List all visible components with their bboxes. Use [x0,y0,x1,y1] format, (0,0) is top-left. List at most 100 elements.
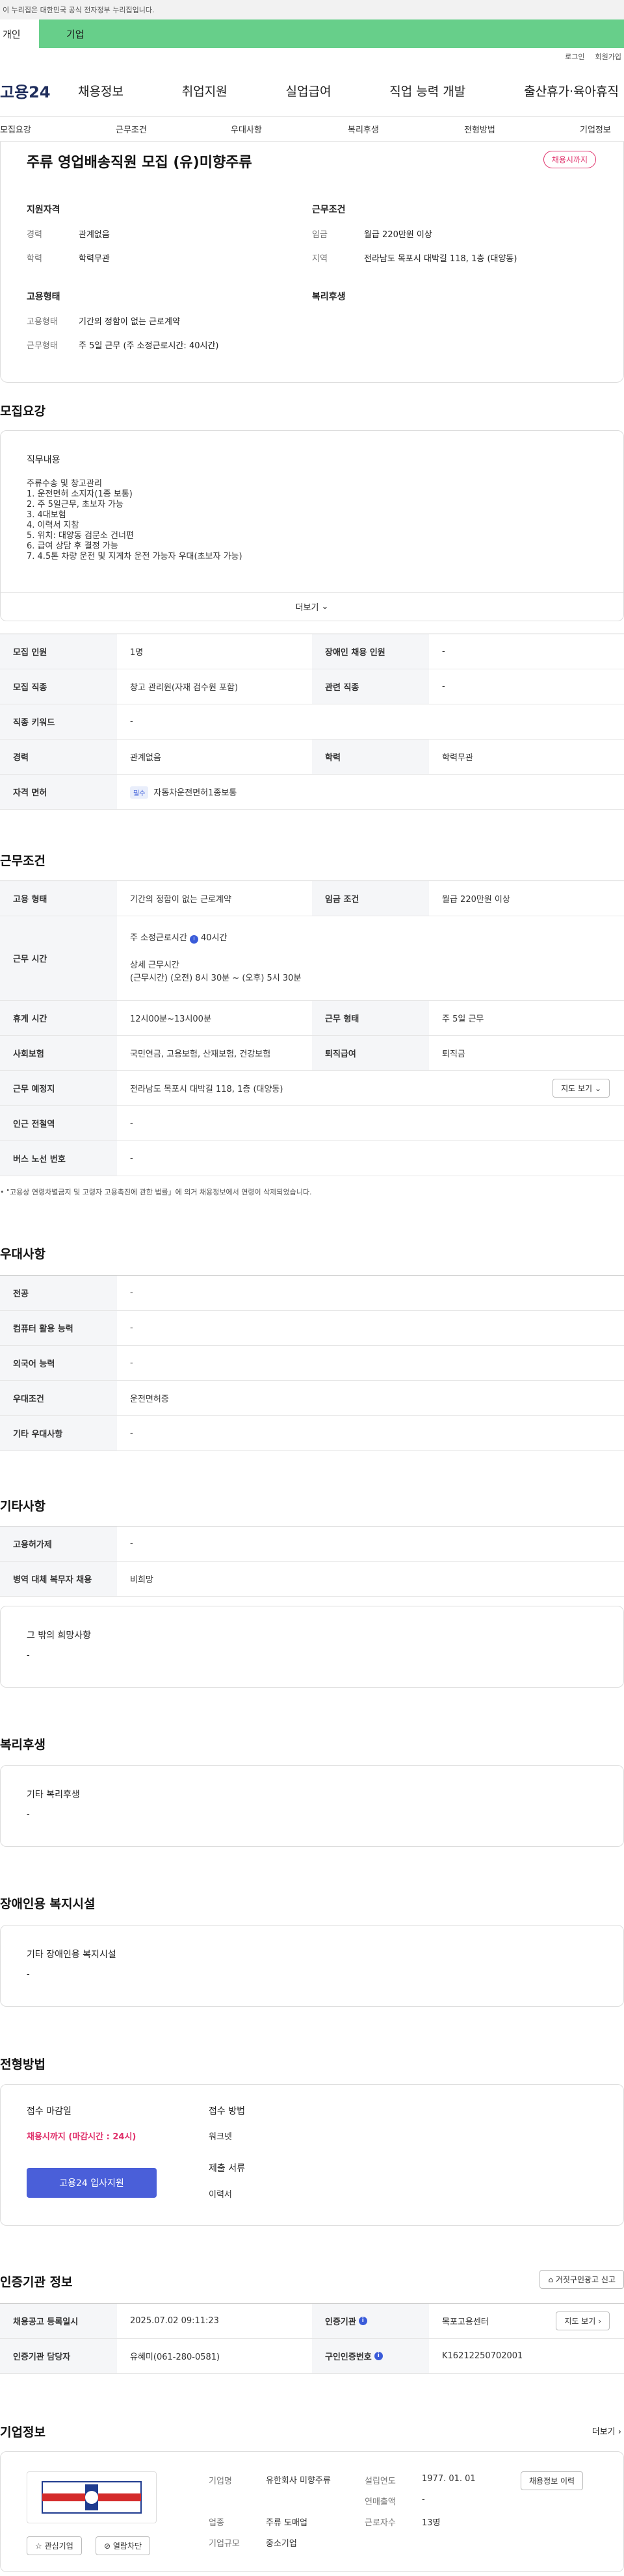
duty-more-button[interactable]: 더보기 ⌄ [1,592,623,621]
insure-value: 국민연금, 고용보험, 산재보험, 건강보험 [130,1050,271,1059]
subnav-pref[interactable]: 우대사항 [231,123,262,135]
permit-value: - [130,1539,133,1549]
lang-label: 외국어 능력 [0,1346,117,1380]
gnb-item-leave[interactable]: 출산휴가·육아휴직 [524,82,619,99]
gnb-item-benefit[interactable]: 실업급여 [286,82,332,99]
gnb-item-training[interactable]: 직업 능력 개발 [389,82,465,99]
year-label: 설립연도 [365,2477,396,2486]
report-button[interactable]: ⌂ 거짓구인광고 신고 [540,2270,624,2289]
table-row: 버스 노선 번호 - [0,1141,624,1176]
gnb-item-support[interactable]: 취업지원 [182,82,228,99]
welfare-heading: 복리후생 [312,292,346,302]
duty-line: 2. 주 5일근무, 초보자 가능 [27,500,124,509]
bus-label: 버스 노선 번호 [0,1141,117,1176]
tab-person[interactable]: 개인 [0,19,39,48]
subnav-company[interactable]: 기업정보 [580,123,611,135]
recruit-title: 모집요강 [0,404,46,419]
computer-label: 컴퓨터 활용 능력 [0,1311,117,1345]
edu-row-value: 학력무관 [442,753,473,763]
table-row: 고용 형태 기간의 정함이 없는 근로계약 임금 조건 월급 220만원 이상 [0,881,624,916]
block-button[interactable]: ⊘ 열람차단 [96,2536,151,2555]
cond-heading: 근무조건 [312,205,346,215]
edu-row-label: 학력 [312,740,429,774]
map-button[interactable]: 지도 보기 ⌄ [552,1079,610,1098]
pref-title: 우대사항 [0,1247,46,1261]
agency-map-button[interactable]: 지도 보기 › [556,2312,610,2330]
info-icon[interactable]: i [189,934,198,944]
table-row: 전공 - [0,1276,624,1311]
job-label: 모집 직종 [0,669,117,704]
rest-value: 12시00분~13시00분 [130,1014,211,1024]
table-row: 컴퓨터 활용 능력 - [0,1311,624,1346]
sales-value: - [422,2495,425,2505]
login-link[interactable]: 로그인 [565,51,584,62]
subnav-recruit[interactable]: 모집요강 [0,123,31,135]
table-row: 우대조건 운전면허증 [0,1381,624,1416]
favorite-button[interactable]: ☆ 관심기업 [27,2536,82,2555]
job-title: 주류 영업배송직원 모집 (유)미향주류 [27,155,252,171]
agency-title: 인증기관 정보 [0,2275,73,2289]
retire-label: 퇴직급여 [312,1036,429,1070]
rest-label: 휴게 시간 [0,1001,117,1035]
duty-content: 주류수송 및 창고관리 1. 운전면허 소지자(1종 보통) 2. 주 5일근무, … [27,479,597,562]
chevron-down-icon: ⌄ [594,1084,601,1093]
industry-value: 주류 도매업 [266,2518,307,2528]
lang-value: - [130,1358,133,1368]
gov-banner: 이 누리집은 대한민국 공식 전자정부 누리집입니다. [0,0,624,19]
computer-value: - [130,1323,133,1333]
duty-line: 주류수송 및 창고관리 [27,479,102,489]
site-logo[interactable]: 고용24 [0,79,78,102]
form-value: 주 5일 근무 [442,1014,484,1024]
conditions-title: 근무조건 [0,854,46,868]
staff-value: 유혜미(061-280-0581) [130,2352,220,2362]
welfare-box: 기타 복리후생 - [0,1765,624,1847]
info-icon[interactable]: i [374,2352,383,2360]
company-title: 기업정보 [0,2425,46,2440]
emp-type-label: 고용 형태 [0,881,117,916]
wage-cond-label: 임금 조건 [312,881,429,916]
deadline-heading: 접수 마감일 [27,2106,72,2117]
duty-line: 5. 위치: 대양동 검문소 건너편 [27,531,134,541]
army-value: 비희망 [130,1575,153,1585]
major-value: - [130,1288,133,1298]
table-row: 인증기관 담당자 유혜미(061-280-0581) 구인인증번호 i K162122… [0,2339,624,2374]
age-note: • "고용상 연령차별금지 및 고령자 고용촉진에 관한 법률」에 의거 채용정… [0,1188,312,1196]
related-value: - [442,682,445,691]
table-row: 모집 직종 창고 관리원(자재 검수원 포함) 관련 직종 - [0,669,624,704]
keyword-label: 직종 키워드 [0,704,117,739]
disability-box: 기타 장애인용 복지시설 - [0,1925,624,2007]
table-row: 고용허가제 - [0,1526,624,1562]
tab-company[interactable]: 기업 [39,19,624,48]
join-link[interactable]: 회원가입 [595,51,621,62]
duty-line: 3. 4대보험 [27,510,66,520]
company-name-label: 기업명 [209,2477,232,2486]
required-chip: 필수 [130,786,149,799]
agency-table: 채용공고 등록일시 2025.07.02 09:11:23 인증기관 i 목포고용센터… [0,2303,624,2374]
table-row: 근무 시간 주 소정근로시간 i 40시간 상세 근무시간 (근무시간) (오전)… [0,916,624,1001]
duty-line: 7. 4.5톤 차량 운전 및 지게차 운전 가능자 우대(초보자 가능) [27,552,242,561]
disabled-value: - [442,647,445,656]
edu-label: 학력 [27,254,42,264]
subnav-welfare[interactable]: 복리후생 [348,123,379,135]
license-value: 자동차운전면허1종보통 [153,788,237,798]
gnb-item-jobs[interactable]: 채용정보 [78,82,124,99]
welfare-value: - [27,1810,30,1820]
history-button[interactable]: 채용정보 이력 [521,2471,584,2490]
method-value: 워크넷 [209,2132,232,2142]
emp-label: 고용형태 [27,317,58,327]
other-wish-box: 그 밖의 희망사항 - [0,1606,624,1688]
disability-heading: 기타 장애인용 복지시설 [27,1950,116,1960]
util-links: 로그인 회원가입 [0,48,624,65]
subnav-process[interactable]: 전형방법 [464,123,495,135]
info-icon[interactable]: i [358,2317,367,2325]
work-label: 근무형태 [27,341,58,351]
pref-etc-value: - [130,1428,133,1438]
etc-table: 고용허가제 - 병역 대체 복무자 채용 비희망 [0,1526,624,1597]
subnav-conditions[interactable]: 근무조건 [116,123,147,135]
disability-title: 장애인용 복지시설 [0,1897,96,1911]
company-more-link[interactable]: 더보기 › [592,2425,621,2437]
wage-cond-value: 월급 220만원 이상 [442,895,510,905]
apply-button[interactable]: 고용24 입사지원 [27,2168,157,2198]
star-icon: ☆ [35,2542,42,2551]
duty-line: 4. 이력서 지참 [27,521,79,530]
